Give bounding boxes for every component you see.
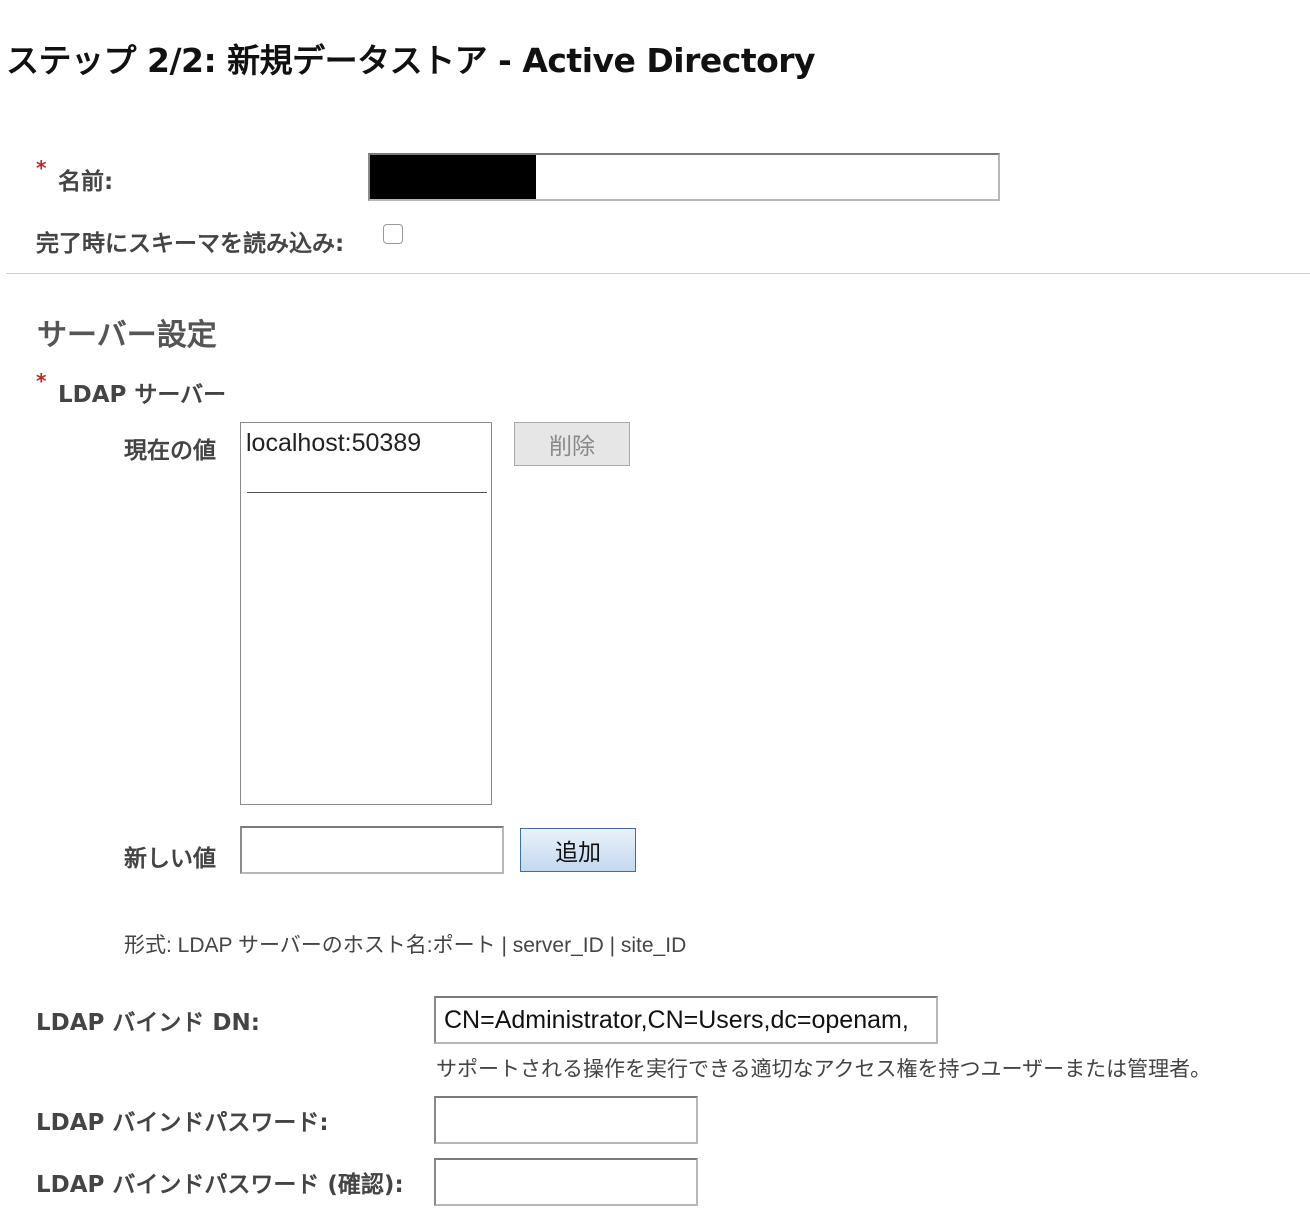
list-separator bbox=[247, 492, 487, 493]
delete-button[interactable]: 削除 bbox=[514, 422, 630, 466]
bind-dn-label: LDAP バインド DN: bbox=[36, 1010, 260, 1036]
add-button[interactable]: 追加 bbox=[520, 828, 636, 872]
required-mark: * bbox=[36, 369, 47, 393]
list-item[interactable]: localhost:50389 bbox=[246, 429, 421, 458]
ldap-server-label: LDAP サーバー bbox=[58, 382, 227, 408]
current-value-label: 現在の値 bbox=[124, 438, 216, 464]
datastore-wizard-page: ステップ 2/2: 新規データストア - Active Directory * … bbox=[0, 0, 1310, 1218]
load-schema-label: 完了時にスキーマを読み込み: bbox=[36, 231, 345, 257]
required-mark: * bbox=[36, 156, 47, 180]
new-server-input[interactable] bbox=[240, 826, 504, 874]
bind-dn-value: CN=Administrator,CN=Users,dc=openam, bbox=[444, 1006, 909, 1034]
new-value-label: 新しい値 bbox=[124, 846, 216, 872]
section-divider bbox=[6, 273, 1310, 274]
bind-password-label: LDAP バインドパスワード: bbox=[36, 1110, 329, 1136]
ldap-server-list[interactable]: localhost:50389 bbox=[240, 422, 492, 805]
bind-password-confirm-input[interactable] bbox=[434, 1158, 698, 1206]
name-label: 名前: bbox=[58, 169, 114, 195]
load-schema-checkbox[interactable] bbox=[383, 224, 403, 244]
server-settings-heading: サーバー設定 bbox=[37, 318, 217, 353]
bind-password-input[interactable] bbox=[434, 1096, 698, 1144]
page-title: ステップ 2/2: 新規データストア - Active Directory bbox=[6, 41, 816, 80]
format-hint: 形式: LDAP サーバーのホスト名:ポート | server_ID | sit… bbox=[124, 934, 687, 957]
bind-dn-help: サポートされる操作を実行できる適切なアクセス権を持つユーザーまたは管理者。 bbox=[436, 1058, 1212, 1081]
bind-password-confirm-label: LDAP バインドパスワード (確認): bbox=[36, 1172, 404, 1198]
bind-dn-input[interactable]: CN=Administrator,CN=Users,dc=openam, bbox=[434, 996, 938, 1044]
redacted-region bbox=[370, 155, 536, 199]
name-input[interactable] bbox=[368, 153, 1000, 201]
